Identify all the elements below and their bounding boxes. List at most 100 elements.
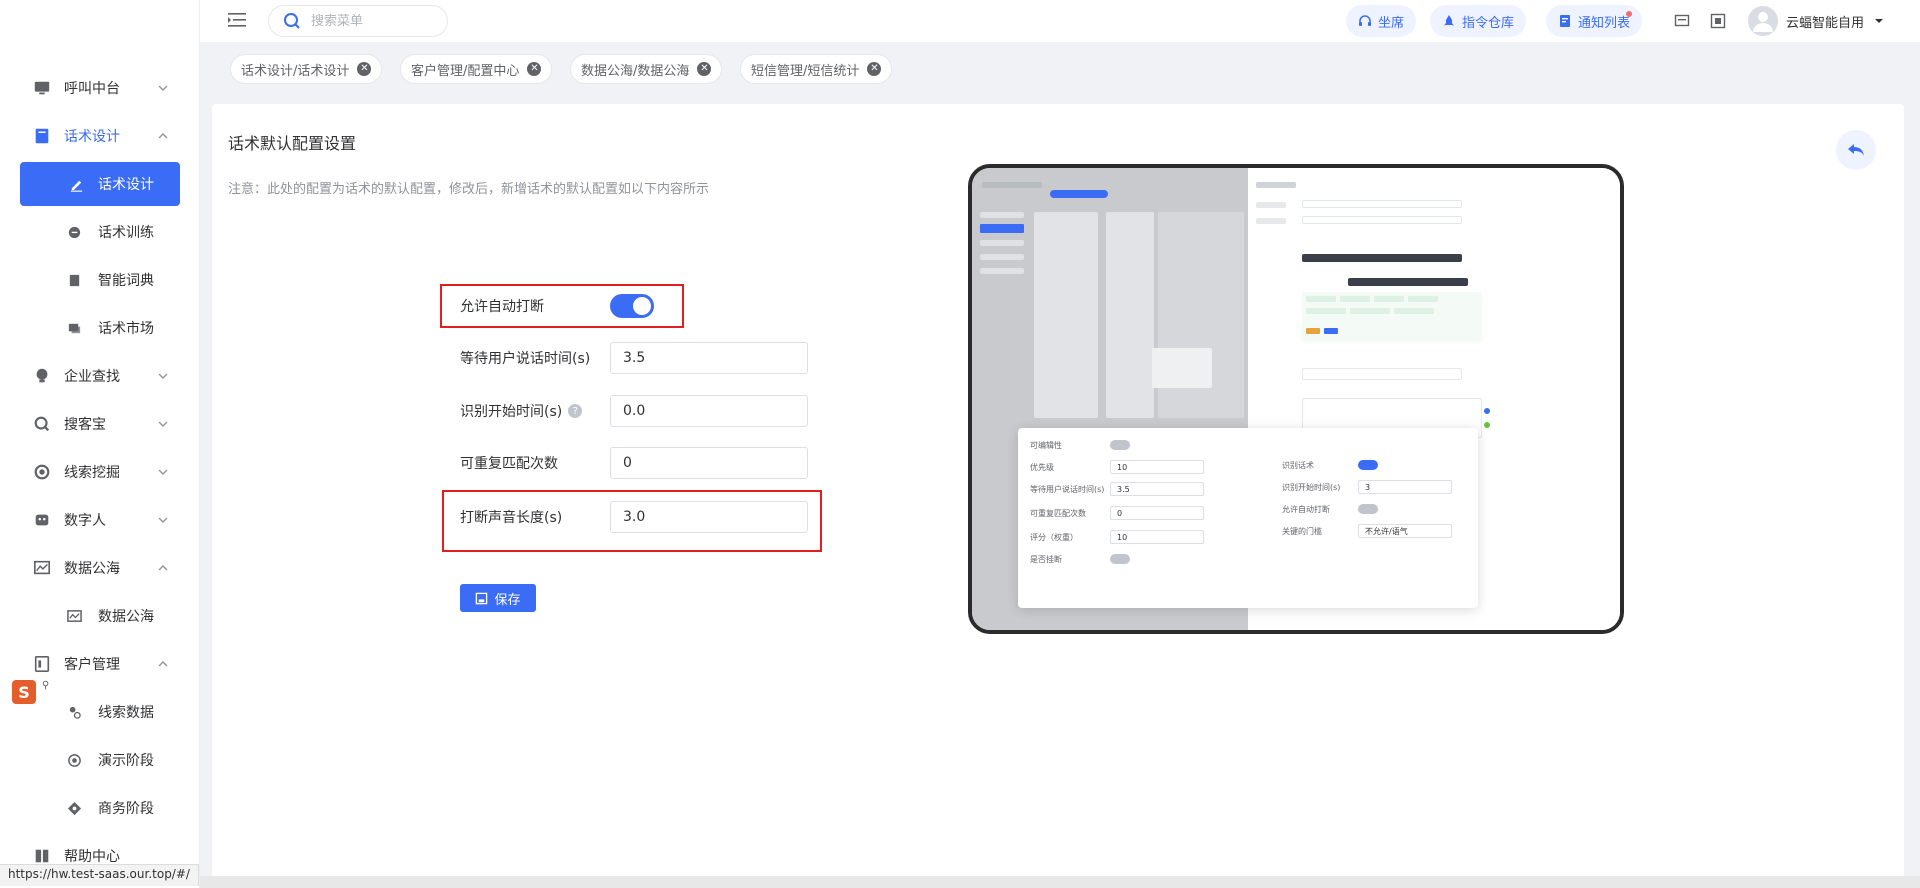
wait-time-input[interactable]: 3.5 xyxy=(610,342,808,374)
market-icon xyxy=(66,320,82,336)
repeat-match-input[interactable]: 0 xyxy=(610,447,808,479)
screen-icon[interactable] xyxy=(1674,13,1690,29)
notice-text: 注意：此处的配置为话术的默认配置，修改后，新增话术的默认配置如以下内容所示 xyxy=(228,182,710,197)
interrupt-length-label: 打断声音长度(s) xyxy=(460,510,563,526)
input-method-icon[interactable]: S xyxy=(12,680,36,704)
business-icon xyxy=(66,800,82,816)
back-arrow-icon xyxy=(1848,144,1864,156)
sidebar: 呼叫中台 话术设计 话术设计 话术训练 智能词典 话术市场 企业查找 搜客宝 线… xyxy=(0,0,200,888)
chevron-up-icon xyxy=(158,133,168,139)
sidebar-subitem-demo-stage[interactable]: 演示阶段 xyxy=(0,736,199,784)
robot-icon xyxy=(32,510,52,530)
close-icon[interactable]: ✕ xyxy=(697,62,712,76)
chevron-down-icon xyxy=(158,469,168,475)
popup-toggle xyxy=(1358,460,1378,470)
popup-toggle xyxy=(1110,440,1130,450)
sidebar-item-label: 帮助中心 xyxy=(64,849,120,865)
sidebar-item-label: 数据公海 xyxy=(98,609,154,625)
sidebar-menu: 呼叫中台 话术设计 话术设计 话术训练 智能词典 话术市场 企业查找 搜客宝 线… xyxy=(0,64,199,880)
sidebar-item-label: 话术训练 xyxy=(98,225,154,241)
chevron-down-icon xyxy=(158,517,168,523)
input-method-toggle-icon[interactable]: ⚲ xyxy=(42,680,58,704)
command-warehouse-button[interactable]: 指令仓库 xyxy=(1430,5,1527,37)
bottom-scroll-track xyxy=(200,876,1920,888)
sidebar-item-label: 智能词典 xyxy=(98,273,154,289)
search-plus-icon xyxy=(32,414,52,434)
sidebar-item-label: 数据公海 xyxy=(64,561,120,577)
popup-r1-label: 识别话术 xyxy=(1282,461,1314,470)
tab-label: 客户管理/配置中心 xyxy=(411,63,520,79)
sidebar-item-call-center[interactable]: 呼叫中台 xyxy=(0,64,199,112)
customer-icon xyxy=(32,654,52,674)
help-icon[interactable]: ? xyxy=(568,404,583,418)
sidebar-item-label: 话术设计 xyxy=(64,129,120,145)
auto-interrupt-label: 允许自动打断 xyxy=(460,299,544,315)
tab-label: 话术设计/话术设计 xyxy=(241,63,350,79)
popup-r3-label: 允许自动打断 xyxy=(1282,505,1330,514)
sidebar-item-label: 呼叫中台 xyxy=(64,81,120,97)
chart-icon xyxy=(66,608,82,624)
sidebar-item-label: 客户管理 xyxy=(64,657,120,673)
close-icon[interactable]: ✕ xyxy=(357,62,372,76)
stage-icon xyxy=(66,752,82,768)
chevron-up-icon xyxy=(158,661,168,667)
auto-interrupt-toggle[interactable] xyxy=(610,294,654,318)
monitor-icon xyxy=(32,78,52,98)
sidebar-item-label: 线索数据 xyxy=(98,705,154,721)
tab-config-center[interactable]: 客户管理/配置中心 ✕ xyxy=(400,54,553,84)
user-menu[interactable]: 云蝠智能自用 xyxy=(1748,5,1884,37)
chevron-down-icon xyxy=(158,373,168,379)
sidebar-item-script-design[interactable]: 话术设计 xyxy=(0,112,199,160)
user-name: 云蝠智能自用 xyxy=(1786,15,1865,31)
popup-row4-label: 可重复匹配次数 xyxy=(1030,509,1086,518)
sidebar-subitem-script-design[interactable]: 话术设计 xyxy=(20,162,180,206)
recog-start-input[interactable]: 0.0 xyxy=(610,395,808,427)
back-button[interactable] xyxy=(1836,130,1876,170)
rocket-icon xyxy=(1444,15,1454,26)
popup-toggle xyxy=(1358,504,1378,514)
sidebar-subitem-dictionary[interactable]: 智能词典 xyxy=(0,256,199,304)
chart-icon xyxy=(32,558,52,578)
fullscreen-icon[interactable] xyxy=(1710,13,1726,29)
popup-row2-input: 10 xyxy=(1110,460,1204,474)
book-icon xyxy=(32,126,52,146)
save-button[interactable]: 保存 xyxy=(460,584,536,612)
sidebar-subitem-business-stage[interactable]: 商务阶段 xyxy=(0,784,199,832)
sidebar-subitem-market[interactable]: 话术市场 xyxy=(0,304,199,352)
tab-script-design[interactable]: 话术设计/话术设计 ✕ xyxy=(230,54,383,84)
config-card: 话术默认配置设置 注意：此处的配置为话术的默认配置，修改后，新增话术的默认配置如… xyxy=(212,104,1904,884)
sidebar-subitem-data-sea[interactable]: 数据公海 xyxy=(0,592,199,640)
popup-row1-label: 可编辑性 xyxy=(1030,441,1062,450)
caret-down-icon xyxy=(1875,19,1884,23)
menu-search[interactable] xyxy=(268,5,448,37)
interrupt-length-row: 打断声音长度(s) 3.0 xyxy=(460,497,820,537)
menu-fold-icon[interactable] xyxy=(228,12,246,28)
sidebar-item-digital-human[interactable]: 数字人 xyxy=(0,496,199,544)
seat-button-label: 坐席 xyxy=(1378,15,1405,31)
wait-time-label: 等待用户说话时间(s) xyxy=(460,351,591,367)
sidebar-item-data-sea[interactable]: 数据公海 xyxy=(0,544,199,592)
interrupt-length-input[interactable]: 3.0 xyxy=(610,501,808,533)
search-input[interactable] xyxy=(311,13,431,29)
sidebar-item-soukebao[interactable]: 搜客宝 xyxy=(0,400,199,448)
wait-time-row: 等待用户说话时间(s) 3.5 xyxy=(460,338,820,378)
popup-row2-label: 优先级 xyxy=(1030,463,1054,472)
tab-label: 数据公海/数据公海 xyxy=(581,63,690,79)
close-icon[interactable]: ✕ xyxy=(867,62,882,76)
tab-data-sea[interactable]: 数据公海/数据公海 ✕ xyxy=(570,54,723,84)
page-title: 话术默认配置设置 xyxy=(228,134,357,153)
sidebar-item-lead-mining[interactable]: 线索挖掘 xyxy=(0,448,199,496)
notification-list-button[interactable]: 通知列表 xyxy=(1546,5,1643,37)
sidebar-item-enterprise-search[interactable]: 企业查找 xyxy=(0,352,199,400)
sidebar-item-label: 话术设计 xyxy=(98,177,154,193)
sidebar-subitem-script-training[interactable]: 话术训练 xyxy=(0,208,199,256)
save-button-label: 保存 xyxy=(494,592,521,608)
close-icon[interactable]: ✕ xyxy=(527,62,542,76)
tabs-bar: 话术设计/话术设计 ✕ 客户管理/配置中心 ✕ 数据公海/数据公海 ✕ 短信管理… xyxy=(200,52,1920,88)
headset-icon xyxy=(1359,15,1371,26)
tab-sms-stats[interactable]: 短信管理/短信统计 ✕ xyxy=(740,54,893,84)
chat-icon xyxy=(66,224,82,240)
notification-button-label: 通知列表 xyxy=(1578,15,1631,31)
sidebar-item-label: 商务阶段 xyxy=(98,801,154,817)
seat-button[interactable]: 坐席 xyxy=(1346,5,1417,37)
